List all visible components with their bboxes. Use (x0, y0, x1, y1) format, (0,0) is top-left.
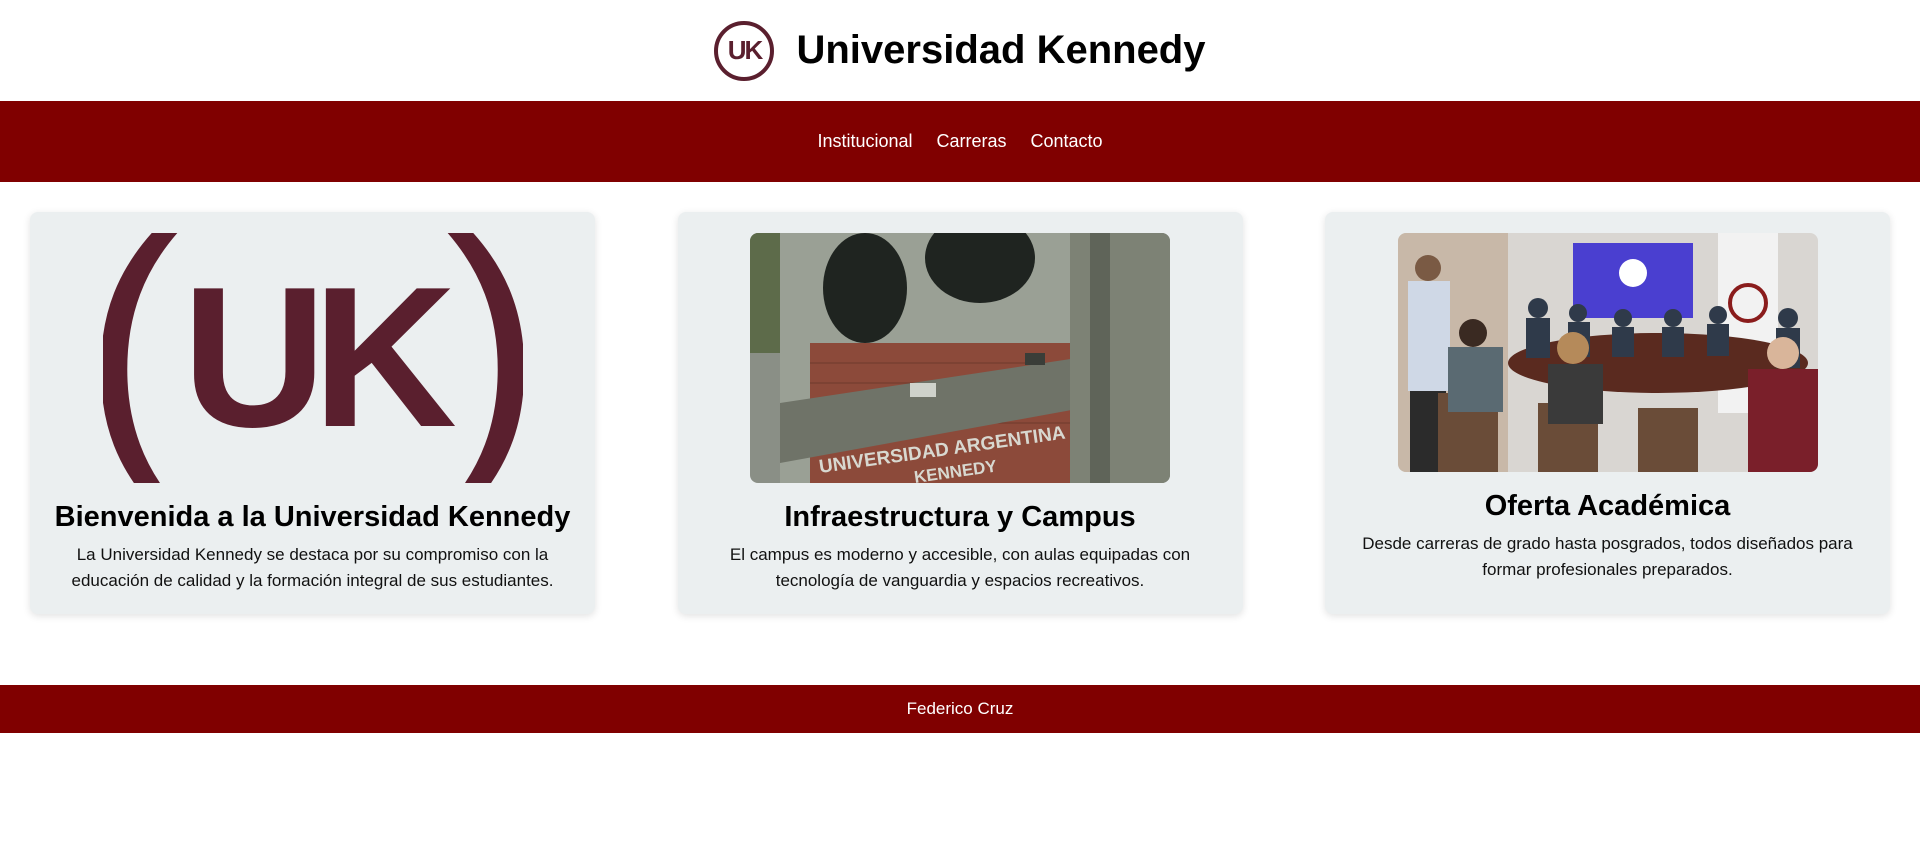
university-logo[interactable]: UK (714, 20, 775, 81)
site-title: Universidad Kennedy (796, 28, 1206, 72)
campus-building-photo: UNIVERSIDAD ARGENTINA KENNEDY (750, 233, 1170, 483)
cards-section: ( UK ) Bienvenida a la Universidad Kenne… (0, 182, 1920, 614)
nav-item-carreras[interactable]: Carreras (937, 131, 1007, 152)
card-text: El campus es moderno y accesible, con au… (729, 545, 1191, 590)
card-title: Infraestructura y Campus (784, 501, 1136, 533)
card-academic: Oferta Académica Desde carreras de grado… (1325, 212, 1890, 614)
card-campus: UNIVERSIDAD ARGENTINA KENNEDY Infraestru… (677, 212, 1243, 614)
site-footer: Federico Cruz (0, 685, 1920, 733)
nav-item-contacto[interactable]: Contacto (1031, 131, 1103, 152)
footer-text: Federico Cruz (906, 699, 1014, 718)
card-image-logo: ( UK ) (103, 233, 523, 483)
logo-text: UK (727, 35, 764, 65)
main-nav: Institucional Carreras Contacto (0, 101, 1920, 182)
nav-item-institucional[interactable]: Institucional (817, 131, 912, 152)
meeting-room-photo (1397, 233, 1818, 472)
card-text: Desde carreras de grado hasta posgrados,… (1362, 534, 1853, 579)
card-welcome: ( UK ) Bienvenida a la Universidad Kenne… (30, 212, 595, 614)
card-title: Oferta Académica (1484, 490, 1731, 522)
card-text: La Universidad Kennedy se destaca por su… (71, 545, 554, 590)
site-header: UK Universidad Kennedy (0, 0, 1920, 101)
card-image-campus: UNIVERSIDAD ARGENTINA KENNEDY (750, 233, 1170, 483)
card-image-meeting (1397, 233, 1818, 472)
card-title: Bienvenida a la Universidad Kennedy (54, 501, 571, 533)
uk-logo-image: ( UK ) (103, 233, 523, 483)
